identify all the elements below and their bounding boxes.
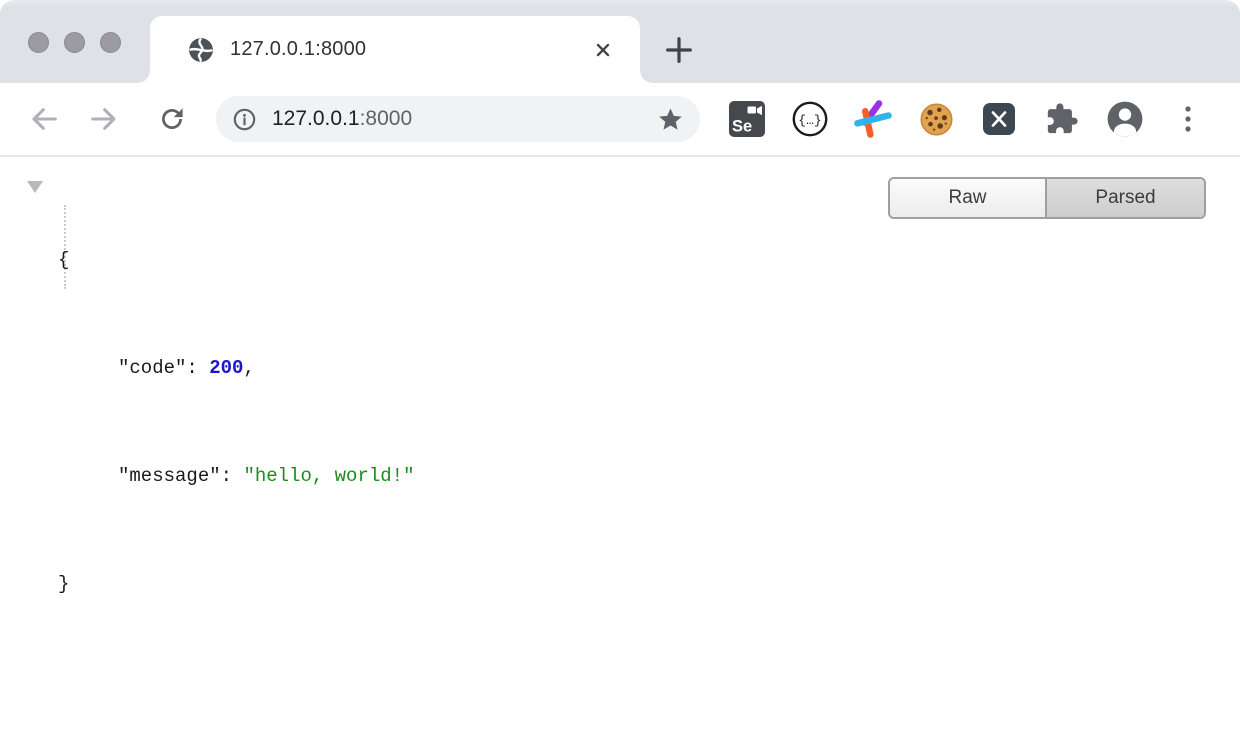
extensions-menu-button[interactable] bbox=[1042, 99, 1082, 139]
page-content: { "code": 200, "message": "hello, world!… bbox=[0, 157, 1240, 750]
arrow-right-icon bbox=[88, 103, 120, 135]
parsed-button[interactable]: Parsed bbox=[1047, 179, 1204, 217]
json-number-value: 200 bbox=[209, 357, 243, 379]
close-window-button[interactable] bbox=[28, 32, 49, 53]
svg-text:{…}: {…} bbox=[798, 113, 821, 128]
forward-button[interactable] bbox=[88, 103, 120, 135]
site-info-button[interactable] bbox=[232, 107, 257, 132]
json-line-open: { bbox=[58, 242, 414, 278]
new-tab-button[interactable] bbox=[661, 32, 697, 68]
x-square-icon bbox=[982, 102, 1016, 136]
cookie-extension-button[interactable] bbox=[916, 99, 956, 139]
json-line-message: "message": "hello, world!" bbox=[58, 458, 414, 494]
minimize-window-button[interactable] bbox=[64, 32, 85, 53]
url-port: :8000 bbox=[360, 107, 413, 130]
json-viewer: { "code": 200, "message": "hello, world!… bbox=[58, 170, 414, 674]
globe-icon bbox=[188, 37, 214, 63]
raw-parsed-toggle: Raw Parsed bbox=[888, 177, 1206, 219]
extension-icons: Se {…} bbox=[727, 99, 1208, 139]
url-text[interactable]: 127.0.0.1:8000 bbox=[272, 107, 412, 131]
browser-toolbar: 127.0.0.1:8000 Se {…} bbox=[0, 83, 1240, 155]
x-extension-button[interactable] bbox=[979, 99, 1019, 139]
asterisk-extension-button[interactable] bbox=[853, 99, 893, 139]
puzzle-icon bbox=[1045, 102, 1079, 136]
braces-icon: {…} bbox=[791, 100, 829, 138]
address-bar[interactable]: 127.0.0.1:8000 bbox=[216, 96, 700, 142]
json-key: "message" bbox=[118, 465, 221, 487]
raw-button[interactable]: Raw bbox=[890, 179, 1047, 217]
selenium-icon: Se bbox=[729, 101, 765, 137]
maximize-window-button[interactable] bbox=[100, 32, 121, 53]
profile-button[interactable] bbox=[1105, 99, 1145, 139]
tab-strip: 127.0.0.1:8000 bbox=[0, 0, 1240, 83]
window-controls bbox=[28, 32, 121, 53]
collapse-toggle-triangle-down-icon[interactable] bbox=[27, 181, 43, 193]
selenium-extension-button[interactable]: Se bbox=[727, 99, 767, 139]
json-viewer-extension-button[interactable]: {…} bbox=[790, 99, 830, 139]
cookie-icon bbox=[918, 101, 955, 138]
back-button[interactable] bbox=[28, 103, 60, 135]
bookmark-star-button[interactable] bbox=[657, 106, 684, 133]
plus-icon bbox=[663, 34, 695, 66]
browser-menu-button[interactable] bbox=[1168, 99, 1208, 139]
avatar-icon bbox=[1106, 100, 1144, 138]
json-key: "code" bbox=[118, 357, 186, 379]
json-line-code: "code": 200, bbox=[58, 350, 414, 386]
arrow-left-icon bbox=[28, 103, 60, 135]
json-string-value: "hello, world!" bbox=[243, 465, 414, 487]
reload-button[interactable] bbox=[156, 103, 188, 135]
browser-window: 127.0.0.1:8000 bbox=[0, 0, 1240, 750]
info-icon bbox=[232, 107, 257, 132]
json-line-close: } bbox=[58, 566, 414, 602]
tab-close-button[interactable] bbox=[592, 39, 614, 61]
tab-title: 127.0.0.1:8000 bbox=[230, 38, 592, 61]
url-host: 127.0.0.1 bbox=[272, 107, 360, 130]
svg-text:Se: Se bbox=[732, 118, 752, 136]
kebab-menu-icon bbox=[1175, 102, 1201, 136]
reload-icon bbox=[157, 104, 187, 134]
star-icon bbox=[657, 106, 684, 133]
active-tab[interactable]: 127.0.0.1:8000 bbox=[150, 16, 640, 83]
color-asterisk-icon bbox=[854, 100, 892, 138]
